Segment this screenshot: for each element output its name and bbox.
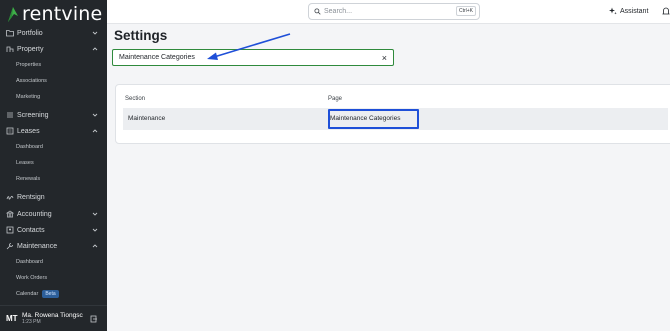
sidebar-item-label: Leases	[17, 127, 40, 135]
results-card: Section Page Maintenance Maintenance Cat…	[115, 84, 670, 144]
rentvine-logo[interactable]: rentvine	[7, 3, 103, 25]
sidebar-subitem-leases-dashboard[interactable]: Dashboard	[16, 142, 43, 152]
sidebar-subitem-leases[interactable]: Leases	[16, 158, 34, 168]
logo-text: rentvine	[22, 3, 103, 25]
search-shortcut-badge: Ctrl+K	[455, 6, 476, 16]
list-icon	[7, 112, 13, 118]
settings-search-value: Maintenance Categories	[119, 54, 195, 61]
sidebar-subitem-properties[interactable]: Properties	[16, 60, 41, 70]
sidebar-subitem-work-orders[interactable]: Work Orders	[16, 273, 47, 283]
chevron-down-icon	[92, 31, 98, 35]
clear-search-button[interactable]: ×	[382, 53, 387, 63]
sidebar-item-leases[interactable]: Leases	[0, 124, 107, 138]
document-icon	[6, 127, 14, 135]
assistant-button[interactable]: Assistant	[609, 7, 648, 15]
main-content: Settings Maintenance Categories × Sectio…	[107, 24, 670, 331]
beta-badge: Beta	[42, 290, 59, 298]
sidebar-item-screening[interactable]: Screening	[0, 108, 107, 122]
sidebar-item-accounting[interactable]: Accounting	[0, 207, 107, 221]
contacts-icon	[6, 226, 14, 234]
sidebar-item-label: Screening	[17, 111, 49, 119]
folder-icon	[6, 30, 14, 37]
sidebar-subitem-maintenance-dashboard[interactable]: Dashboard	[16, 257, 43, 267]
sidebar: rentvine Portfolio Property Properties A…	[0, 0, 107, 331]
page-title: Settings	[114, 28, 168, 43]
column-header-page: Page	[328, 96, 343, 102]
sidebar-item-label: Accounting	[17, 210, 52, 218]
cell-section: Maintenance	[128, 115, 166, 122]
bank-icon	[6, 210, 14, 218]
chevron-down-icon	[92, 212, 98, 216]
chevron-up-icon	[92, 129, 98, 133]
logout-icon[interactable]	[90, 315, 98, 323]
sidebar-subitem-marketing[interactable]: Marketing	[16, 92, 40, 102]
highlight-annotation-box	[328, 109, 419, 129]
settings-search-input[interactable]: Maintenance Categories ×	[112, 49, 394, 66]
chevron-down-icon	[92, 228, 98, 232]
sidebar-item-property[interactable]: Property	[0, 42, 107, 56]
global-search-input[interactable]: Search... Ctrl+K	[308, 3, 480, 20]
sparkle-icon	[609, 7, 617, 15]
sidebar-item-portfolio[interactable]: Portfolio	[0, 26, 107, 40]
chevron-up-icon	[92, 47, 98, 51]
sidebar-item-contacts[interactable]: Contacts	[0, 223, 107, 237]
assistant-label: Assistant	[620, 7, 649, 15]
building-icon	[6, 46, 14, 52]
leaf-icon	[8, 7, 18, 22]
sidebar-item-maintenance[interactable]: Maintenance	[0, 239, 107, 253]
sidebar-subitem-calendar[interactable]: Calendar Beta	[16, 289, 59, 299]
sidebar-item-label: Maintenance	[17, 242, 58, 250]
search-placeholder: Search...	[324, 8, 353, 15]
signature-icon	[6, 195, 14, 200]
search-icon	[314, 8, 321, 15]
user-name: Ma. Rowena Tiongsc	[22, 312, 83, 319]
wrench-icon	[6, 243, 13, 250]
sidebar-item-rentsign[interactable]: Rentsign	[0, 190, 107, 204]
user-profile[interactable]: MT Ma. Rowena Tiongsc 1:23 PM	[0, 305, 107, 331]
column-header-section: Section	[125, 96, 146, 102]
top-bar: Search... Ctrl+K Assistant	[107, 0, 670, 24]
sidebar-subitem-renewals[interactable]: Renewals	[16, 174, 40, 184]
chevron-down-icon	[92, 113, 98, 117]
sidebar-item-label: Property	[17, 45, 44, 53]
sidebar-item-label: Portfolio	[17, 29, 43, 37]
sidebar-subitem-associations[interactable]: Associations	[16, 76, 47, 86]
bell-icon[interactable]	[662, 7, 670, 16]
sidebar-item-label: Contacts	[17, 226, 45, 234]
avatar: MT	[6, 314, 18, 323]
sidebar-subitem-label: Calendar	[16, 291, 39, 297]
sidebar-item-label: Rentsign	[17, 193, 45, 201]
user-time: 1:23 PM	[22, 319, 41, 325]
chevron-up-icon	[92, 244, 98, 248]
